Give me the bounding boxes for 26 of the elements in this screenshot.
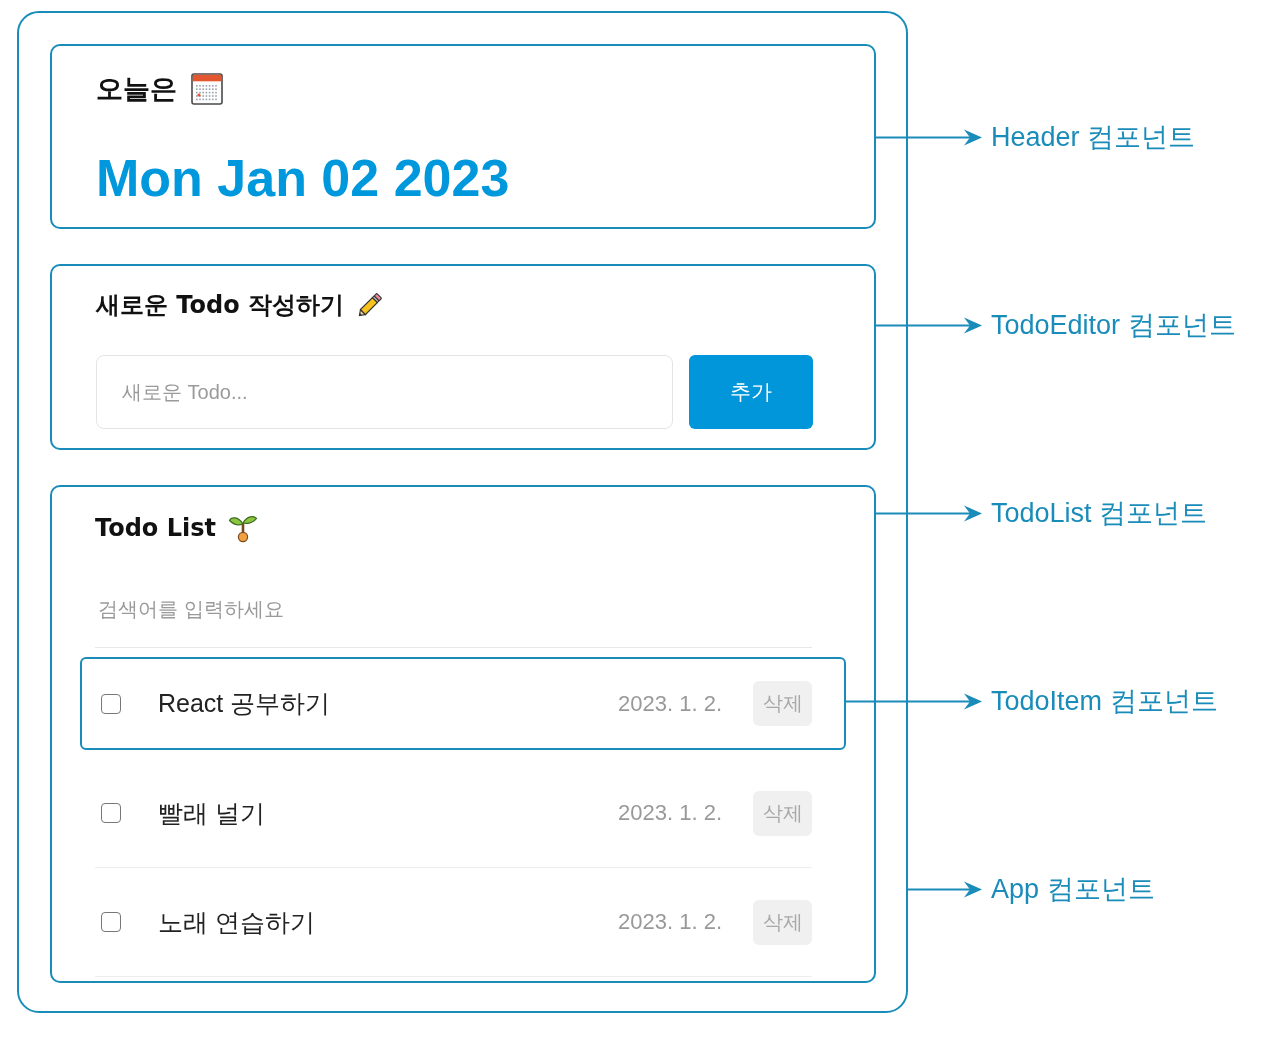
annotation-label: TodoItem 컴포넌트 bbox=[991, 685, 1218, 718]
delete-button[interactable]: 삭제 bbox=[753, 790, 812, 836]
add-button[interactable]: 추가 bbox=[689, 355, 813, 429]
todo-text: React 공부하기 bbox=[158, 688, 331, 719]
new-todo-input[interactable]: 새로운 Todo... bbox=[96, 355, 673, 429]
editor-title: 새로운 Todo 작성하기 bbox=[96, 290, 345, 320]
checkbox[interactable] bbox=[101, 693, 121, 714]
todo-text: 노래 연습하기 bbox=[158, 906, 315, 938]
delete-button[interactable]: 삭제 bbox=[753, 681, 812, 726]
todo-date: 2023. 1. 2. bbox=[618, 690, 722, 717]
todo-date: 2023. 1. 2. bbox=[618, 909, 722, 935]
annotation-label: App 컴포넌트 bbox=[991, 873, 1155, 906]
annotation-label: TodoList 컴포넌트 bbox=[991, 497, 1208, 530]
calendar-icon bbox=[191, 73, 223, 105]
pencil-icon bbox=[356, 291, 385, 319]
delete-button[interactable]: 삭제 bbox=[753, 899, 812, 945]
checkbox[interactable] bbox=[101, 912, 121, 932]
annotation-label: Header 컴포넌트 bbox=[991, 121, 1196, 154]
header-label: 오늘은 bbox=[96, 72, 177, 106]
todo-date: 2023. 1. 2. bbox=[618, 800, 722, 826]
sprout-icon bbox=[228, 513, 258, 543]
todo-text: 빨래 널기 bbox=[158, 797, 265, 829]
annotation-label: TodoEditor 컴포넌트 bbox=[991, 309, 1236, 342]
checkbox[interactable] bbox=[101, 803, 121, 823]
list-title: Todo List bbox=[95, 513, 216, 543]
date-heading: Mon Jan 02 2023 bbox=[96, 148, 510, 208]
